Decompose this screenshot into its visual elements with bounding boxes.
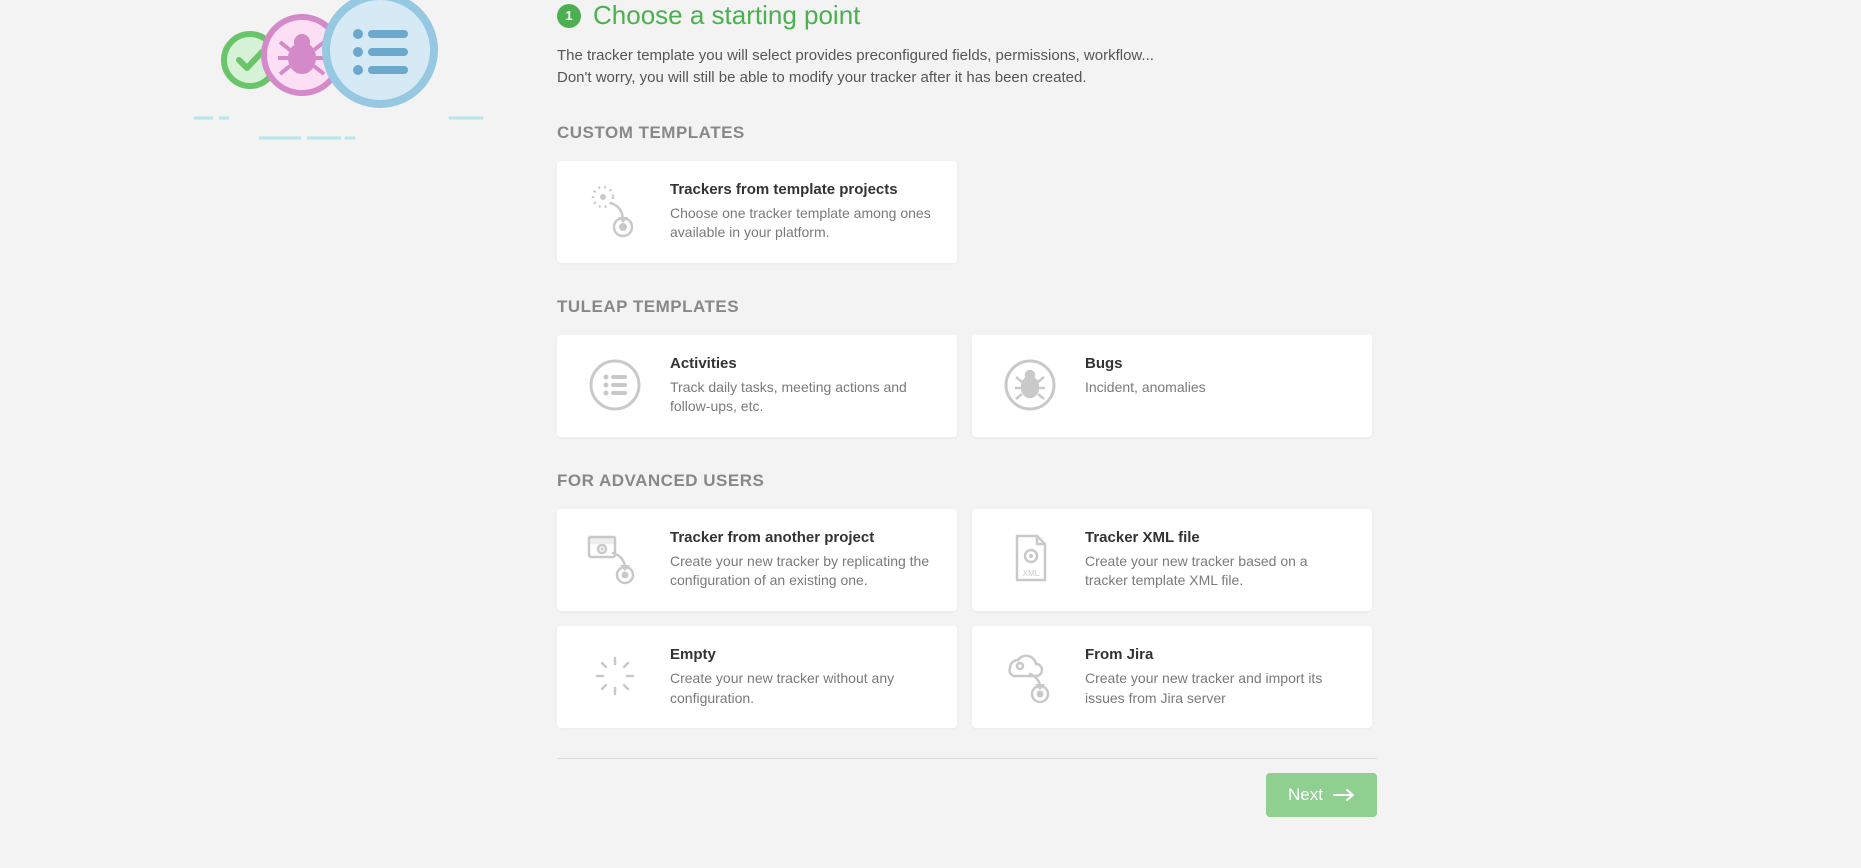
card-tracker-xml-file[interactable]: XML Tracker XML file Create your new tra… bbox=[972, 509, 1372, 611]
card-title: Activities bbox=[670, 355, 937, 372]
divider bbox=[557, 758, 1377, 759]
intro-line-1: The tracker template you will select pro… bbox=[557, 47, 1154, 64]
card-from-jira[interactable]: From Jira Create your new tracker and im… bbox=[972, 626, 1372, 728]
card-desc: Create your new tracker and import its i… bbox=[1085, 669, 1352, 708]
card-activities[interactable]: Activities Track daily tasks, meeting ac… bbox=[557, 335, 957, 437]
card-bugs[interactable]: Bugs Incident, anomalies bbox=[972, 335, 1372, 437]
xml-file-icon: XML bbox=[992, 529, 1067, 589]
list-icon bbox=[577, 355, 652, 415]
cloud-import-icon bbox=[992, 646, 1067, 706]
card-tracker-from-another-project[interactable]: Tracker from another project Create your… bbox=[557, 509, 957, 611]
intro-line-2: Don't worry, you will still be able to m… bbox=[557, 69, 1086, 86]
card-desc: Create your new tracker by replicating t… bbox=[670, 552, 937, 591]
step-number-badge: 1 bbox=[557, 4, 581, 28]
section-heading-tuleap: TULEAP TEMPLATES bbox=[557, 297, 1377, 317]
hero-illustration bbox=[190, 0, 500, 150]
step-header: 1 Choose a starting point bbox=[557, 0, 1377, 31]
card-desc: Create your new tracker without any conf… bbox=[670, 669, 937, 708]
svg-text:XML: XML bbox=[1022, 569, 1039, 578]
card-title: Tracker from another project bbox=[670, 529, 937, 546]
card-title: Tracker XML file bbox=[1085, 529, 1352, 546]
card-desc: Incident, anomalies bbox=[1085, 378, 1352, 398]
bug-icon bbox=[992, 355, 1067, 415]
section-heading-custom: CUSTOM TEMPLATES bbox=[557, 123, 1377, 143]
archive-import-icon bbox=[577, 529, 652, 589]
card-title: Empty bbox=[670, 646, 937, 663]
card-trackers-from-template-projects[interactable]: Trackers from template projects Choose o… bbox=[557, 161, 957, 263]
card-title: From Jira bbox=[1085, 646, 1352, 663]
card-desc: Create your new tracker based on a track… bbox=[1085, 552, 1352, 591]
intro-text: The tracker template you will select pro… bbox=[557, 45, 1377, 89]
card-title: Bugs bbox=[1085, 355, 1352, 372]
spinner-empty-icon bbox=[577, 646, 652, 706]
template-project-icon bbox=[577, 181, 652, 241]
next-button-label: Next bbox=[1288, 785, 1323, 805]
card-desc: Choose one tracker template among ones a… bbox=[670, 204, 937, 243]
next-button[interactable]: Next bbox=[1266, 773, 1377, 817]
arrow-right-icon bbox=[1333, 789, 1355, 801]
card-desc: Track daily tasks, meeting actions and f… bbox=[670, 378, 937, 417]
section-heading-advanced: FOR ADVANCED USERS bbox=[557, 471, 1377, 491]
card-empty[interactable]: Empty Create your new tracker without an… bbox=[557, 626, 957, 728]
step-title: Choose a starting point bbox=[593, 0, 860, 31]
card-title: Trackers from template projects bbox=[670, 181, 937, 198]
